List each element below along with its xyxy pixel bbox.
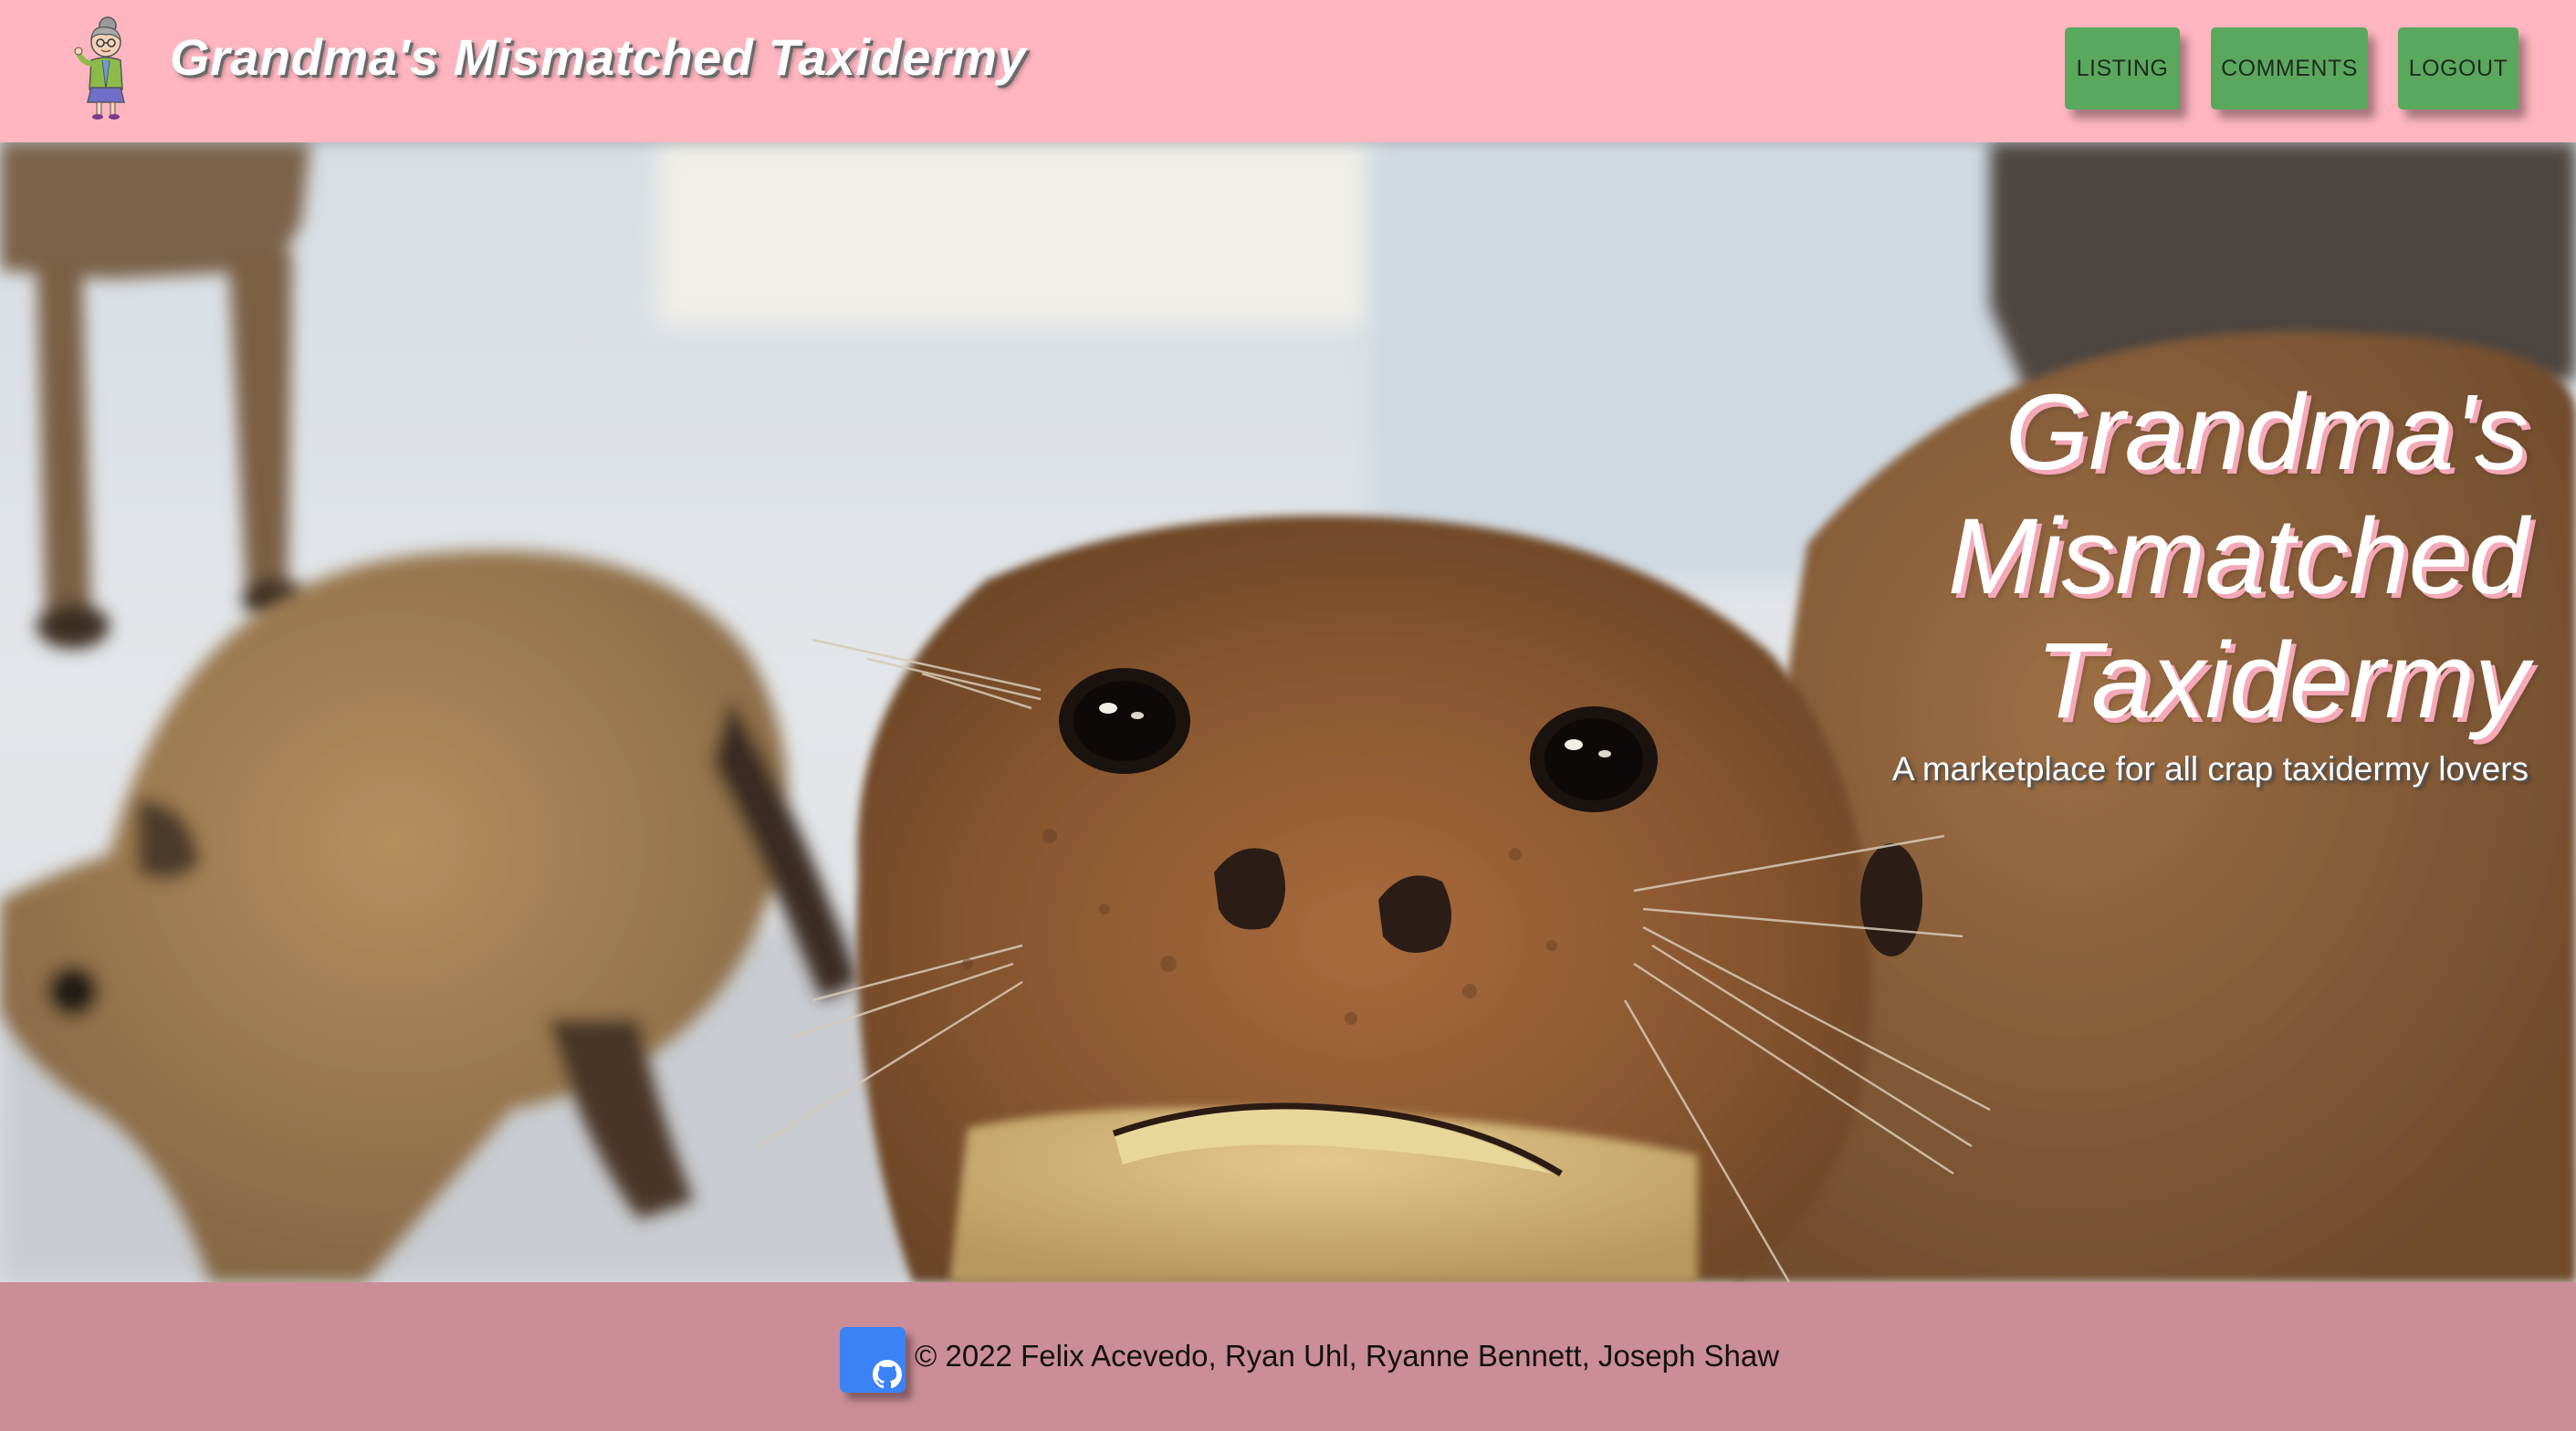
listing-button[interactable]: LISTING xyxy=(2065,27,2180,110)
hero-text-block: Grandma's Mismatched Taxidermy A marketp… xyxy=(1892,371,2529,789)
hero-section: Grandma's Mismatched Taxidermy A marketp… xyxy=(0,142,2576,1282)
page: Grandma's Mismatched Taxidermy LISTING C… xyxy=(0,0,2576,1431)
top-navbar: Grandma's Mismatched Taxidermy LISTING C… xyxy=(0,0,2576,142)
hero-title: Grandma's Mismatched Taxidermy xyxy=(1892,371,2529,743)
hero-title-line: Mismatched xyxy=(1947,496,2529,617)
github-link-button[interactable] xyxy=(840,1327,906,1393)
footer: © 2022 Felix Acevedo, Ryan Uhl, Ryanne B… xyxy=(0,1282,2576,1431)
hero-title-line: Grandma's xyxy=(2005,372,2529,493)
grandma-icon[interactable] xyxy=(71,15,137,120)
logout-button[interactable]: LOGOUT xyxy=(2398,27,2518,110)
hero-subtitle: A marketplace for all crap taxidermy lov… xyxy=(1891,750,2529,788)
copyright-text: © 2022 Felix Acevedo, Ryan Uhl, Ryanne B… xyxy=(915,1339,1780,1373)
brand-title[interactable]: Grandma's Mismatched Taxidermy xyxy=(170,27,1026,87)
comments-button[interactable]: COMMENTS xyxy=(2211,27,2368,110)
hero-title-line: Taxidermy xyxy=(2036,621,2529,741)
